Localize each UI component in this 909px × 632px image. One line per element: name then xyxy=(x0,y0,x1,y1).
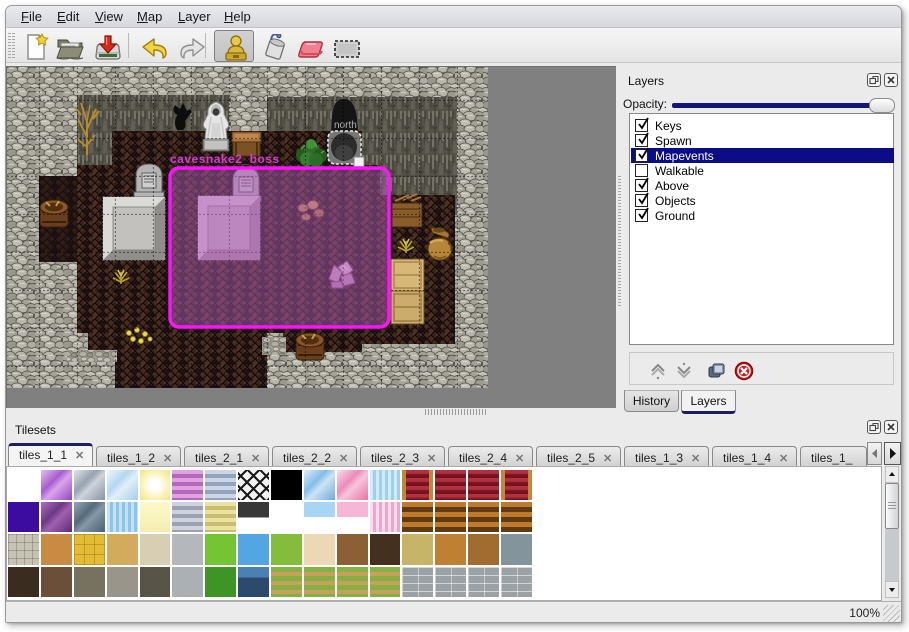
svg-text:cavesnake2_boss: cavesnake2_boss xyxy=(170,152,280,166)
svg-text:north: north xyxy=(334,120,357,131)
